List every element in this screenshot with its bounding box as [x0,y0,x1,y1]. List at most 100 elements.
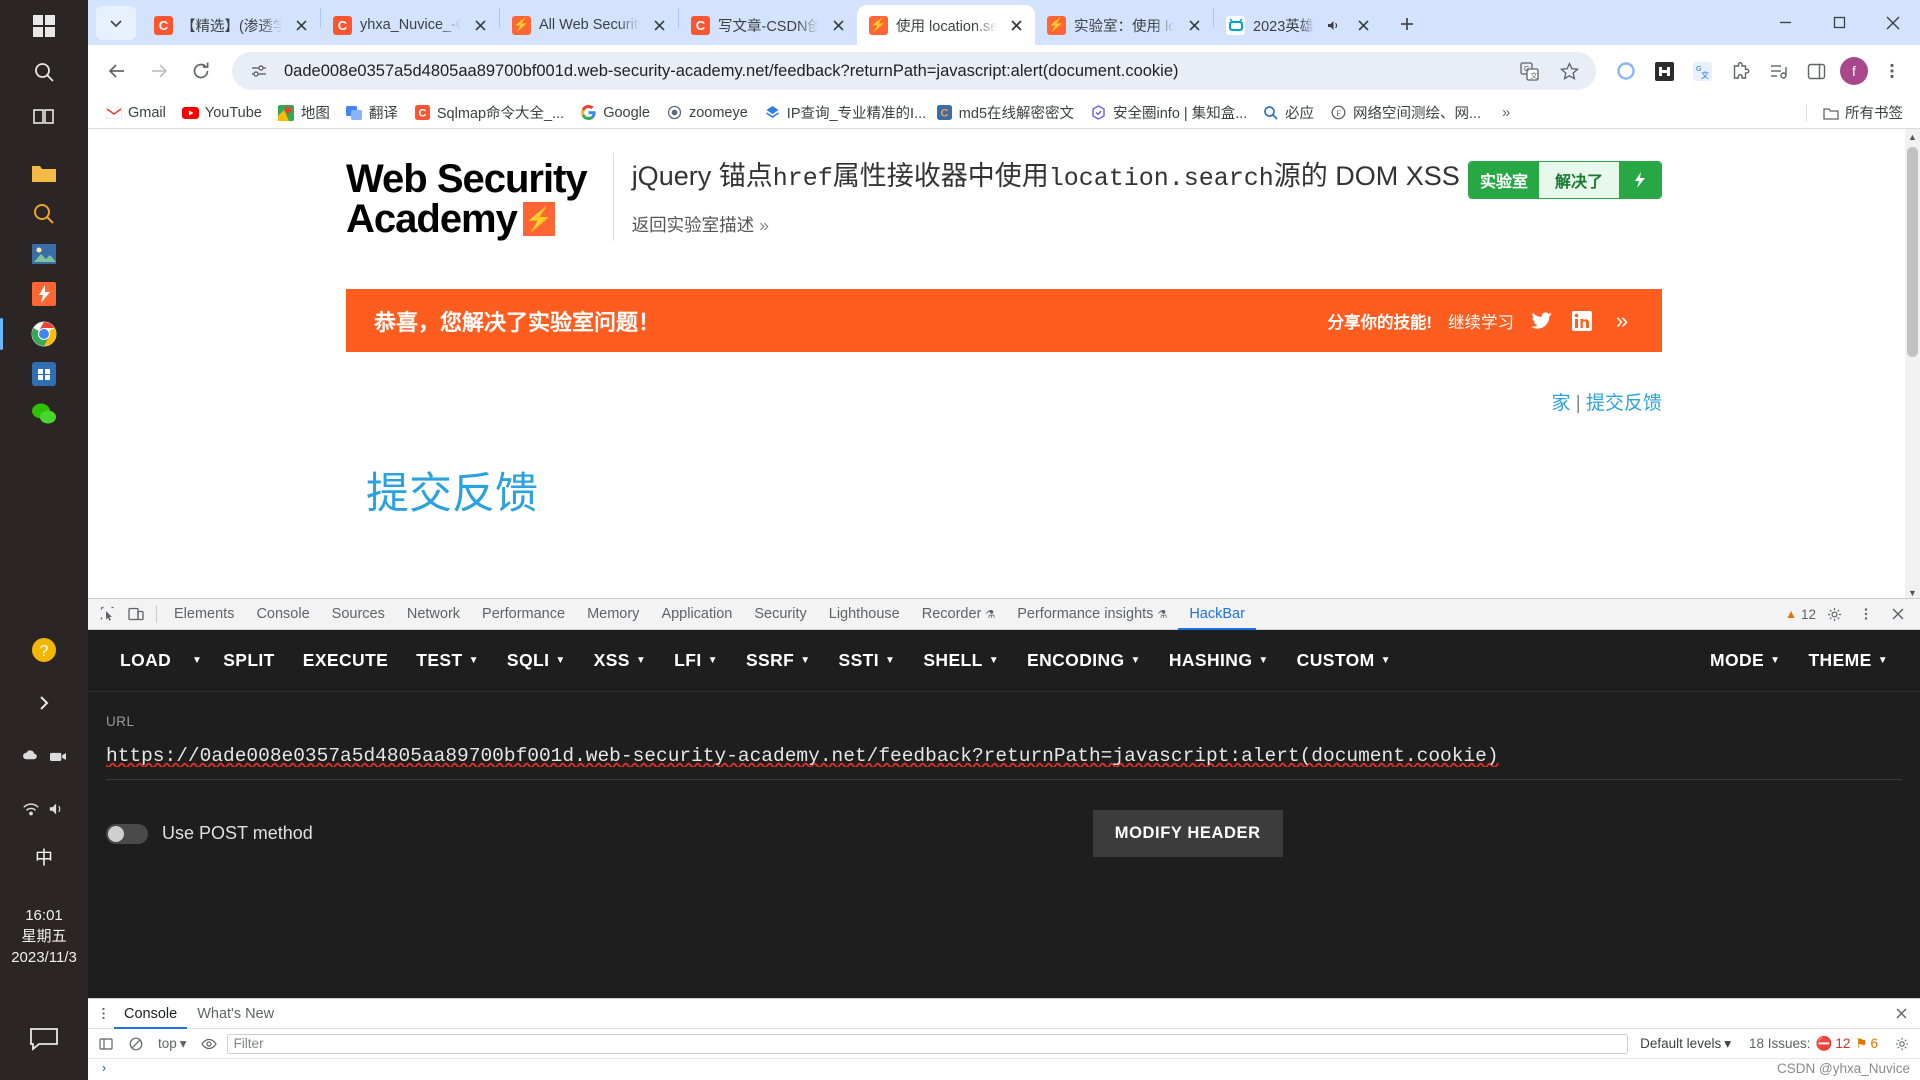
close-icon[interactable] [1005,14,1027,36]
toggle-switch[interactable] [106,823,148,844]
device-toolbar-icon[interactable] [122,601,150,627]
devtools-tab-performance-insights[interactable]: Performance insights ⚗ [1006,599,1178,630]
chat-icon[interactable] [0,1026,88,1052]
hackbar-execute-button[interactable]: EXECUTE [289,641,402,681]
media-icon[interactable] [1760,53,1796,89]
scroll-up-arrow-icon[interactable]: ▲ [1905,129,1920,145]
hackbar-encoding-menu[interactable]: ENCODING ▼ [1013,641,1155,681]
close-icon[interactable] [1884,601,1912,627]
hackbar-load-button[interactable]: LOAD [106,641,185,681]
taskbar-app-wechat[interactable] [0,394,88,434]
submit-feedback-link[interactable]: 提交反馈 [1586,393,1662,414]
translate-ext-icon[interactable]: G文 [1684,53,1720,89]
taskbar-app-burp[interactable] [0,274,88,314]
console-context-selector[interactable]: top ▾ [154,1036,191,1052]
kebab-menu-icon[interactable] [92,1001,114,1027]
hackbar-mode-menu[interactable]: MODE ▼ [1696,641,1794,681]
console-levels-dropdown[interactable]: Default levels ▾ [1634,1036,1737,1052]
back-arrow-icon[interactable] [98,52,136,90]
side-panel-icon[interactable] [1798,53,1834,89]
back-to-lab-description-link[interactable]: 返回实验室描述» [632,212,1460,237]
devtools-tab-memory[interactable]: Memory [576,599,650,630]
taskbar-app-search[interactable] [0,194,88,234]
chevron-right-icon[interactable] [22,683,66,723]
devtools-tab-recorder[interactable]: Recorder ⚗ [911,599,1007,630]
devtools-tab-application[interactable]: Application [650,599,743,630]
devtools-tab-lighthouse[interactable]: Lighthouse [818,599,911,630]
bookmark-item[interactable]: 安全圈info | 集知盒... [1083,98,1253,127]
home-link[interactable]: 家 [1551,393,1570,414]
gear-icon[interactable] [1890,1032,1914,1056]
hackbar-url-input[interactable] [106,745,1902,780]
use-post-method-toggle[interactable]: Use POST method [106,823,313,844]
bookmark-item[interactable]: C Sqlmap命令大全_... [407,98,571,127]
hackbar-ssti-menu[interactable]: SSTI ▼ [825,641,910,681]
taskbar-clock[interactable]: 16:01 星期五 2023/11/3 [0,905,88,968]
all-bookmarks-button[interactable]: 所有书签 [1815,98,1910,127]
task-view-icon[interactable] [22,98,66,138]
hackbar-split-button[interactable]: SPLIT [209,641,289,681]
devtools-tab-hackbar[interactable]: HackBar [1178,599,1256,630]
devtools-tab-security[interactable]: Security [743,599,817,630]
new-tab-button[interactable] [1390,7,1424,41]
warning-badge[interactable]: ⚑ 6 [1855,1036,1878,1052]
forward-arrow-icon[interactable] [140,52,178,90]
bookmark-item[interactable]: Google [573,100,657,125]
chevron-right-icon[interactable]: » [1610,308,1634,333]
tab-audio-icon[interactable] [1322,14,1344,36]
start-icon[interactable] [22,6,66,46]
translate-icon[interactable]: G文 [1514,56,1544,86]
console-issues-summary[interactable]: 18 Issues: ⛔ 12 ⚑ 6 [1743,1036,1884,1052]
hackbar-xss-menu[interactable]: XSS ▼ [580,641,661,681]
error-badge[interactable]: ⛔ 12 [1816,1036,1851,1052]
address-bar[interactable]: 0ade008e0357a5d4805aa89700bf001d.web-sec… [232,52,1596,90]
bookmark-item[interactable]: 地图 [271,98,337,127]
hackbar-sqli-menu[interactable]: SQLI ▼ [493,641,580,681]
devtools-tab-elements[interactable]: Elements [163,599,245,630]
devtools-tab-network[interactable]: Network [396,599,471,630]
browser-tab[interactable]: C 【精选】(渗透学习 [142,5,320,45]
taskbar-app-explorer[interactable] [0,154,88,194]
devtools-tab-performance[interactable]: Performance [471,599,576,630]
browser-tab[interactable]: 2023英雄联盟 [1214,5,1382,45]
bookmark-item[interactable]: zoomeye [659,100,755,125]
reload-icon[interactable] [182,52,220,90]
loading-circle-icon[interactable] [1608,53,1644,89]
drawer-tab-console[interactable]: Console [114,999,187,1029]
tray-wifi-volume[interactable] [22,789,66,829]
console-prompt[interactable]: › [88,1059,1920,1076]
extensions-puzzle-icon[interactable] [1722,53,1758,89]
bookmark-item[interactable]: C md5在线解密密文 [929,98,1081,127]
continue-learning-link[interactable]: 继续学习 [1448,309,1514,333]
site-settings-icon[interactable] [244,56,274,86]
hackbar-lfi-menu[interactable]: LFI ▼ [660,641,732,681]
taskbar-app-photos[interactable] [0,234,88,274]
console-filter-input[interactable]: Filter [226,1033,1629,1054]
bookmark-item[interactable]: 必应 [1255,98,1321,127]
taskbar-app-chrome[interactable] [0,314,88,354]
devtools-tab-console[interactable]: Console [245,599,320,630]
browser-tab[interactable]: ⚡ 实验室：使用 loca [1035,5,1213,45]
bookmark-item[interactable]: YouTube [175,100,269,125]
scrollbar-thumb[interactable] [1907,147,1918,357]
hackbar-icon[interactable] [1646,53,1682,89]
bookmark-item[interactable]: Gmail [98,100,173,125]
gear-icon[interactable] [1820,601,1848,627]
eye-icon[interactable] [197,1032,221,1056]
star-icon[interactable] [1554,56,1584,86]
close-icon[interactable] [290,14,312,36]
maximize-button[interactable] [1812,0,1866,45]
hackbar-custom-menu[interactable]: CUSTOM ▼ [1283,641,1405,681]
hackbar-shell-menu[interactable]: SHELL ▼ [909,641,1013,681]
devtools-tab-sources[interactable]: Sources [321,599,396,630]
twitter-icon[interactable] [1530,309,1554,333]
modify-header-button[interactable]: MODIFY HEADER [1092,810,1283,857]
bookmark-item[interactable]: 翻译 [339,98,405,127]
hackbar-ssrf-menu[interactable]: SSRF ▼ [732,641,825,681]
hackbar-hashing-menu[interactable]: HASHING ▼ [1155,641,1283,681]
search-icon[interactable] [22,52,66,92]
hackbar-test-menu[interactable]: TEST ▼ [402,641,493,681]
console-sidebar-icon[interactable] [94,1032,118,1056]
kebab-menu-icon[interactable] [1874,53,1910,89]
close-icon[interactable] [648,14,670,36]
